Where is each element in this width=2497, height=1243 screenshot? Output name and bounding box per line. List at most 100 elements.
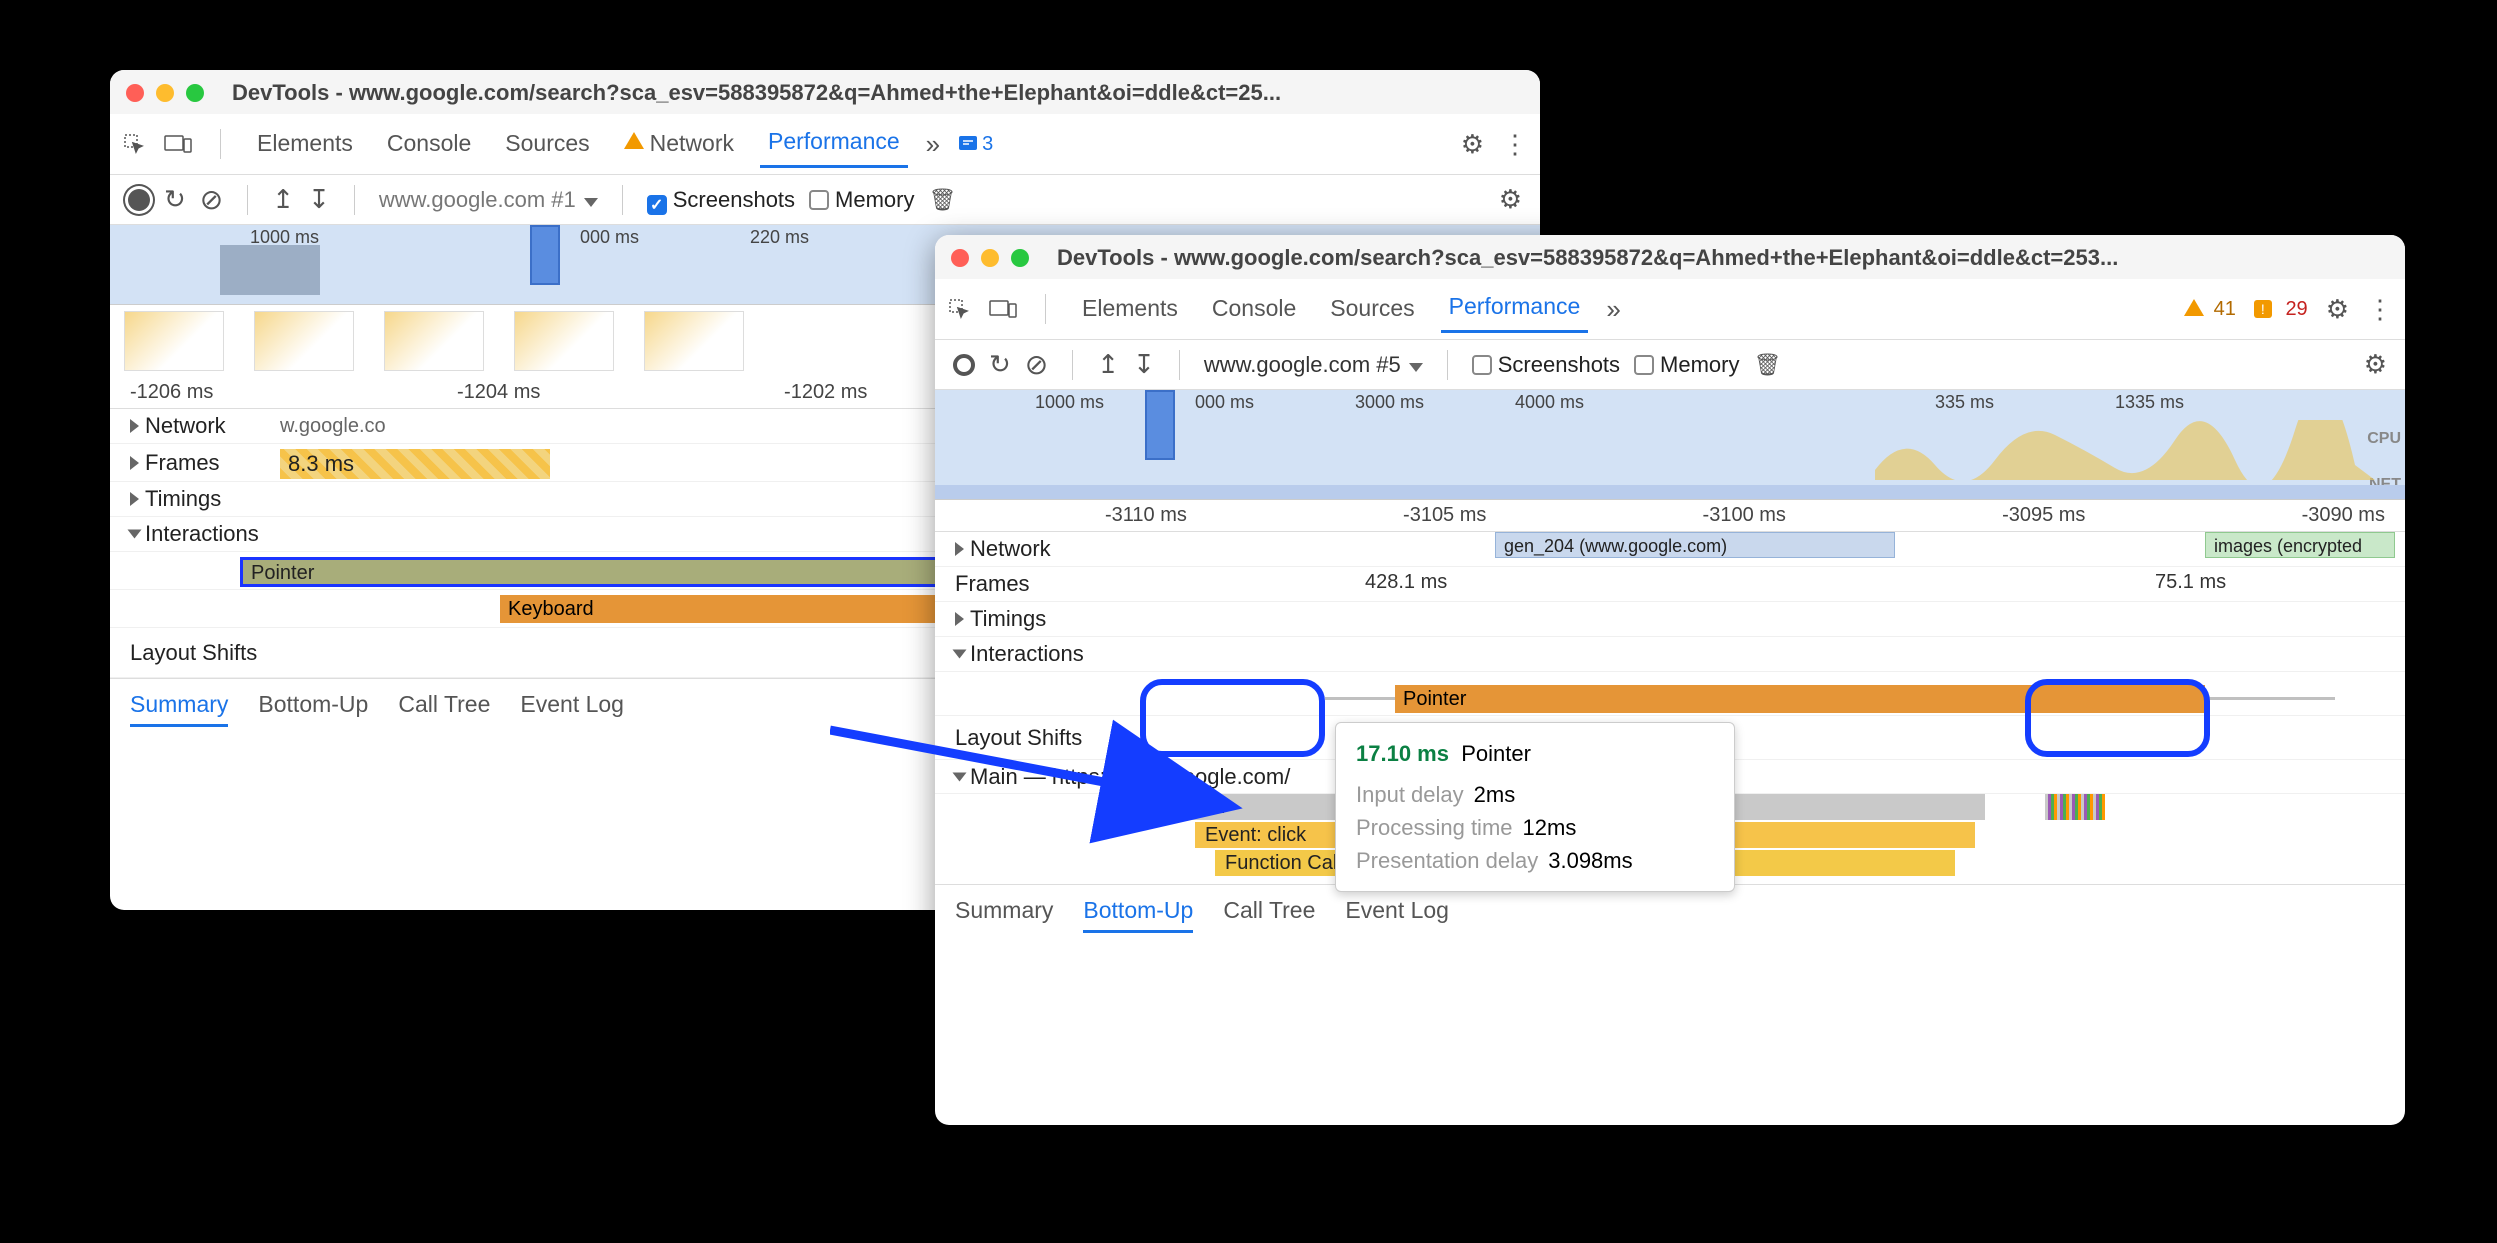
track-label: Network bbox=[145, 413, 226, 439]
overview-activity-block bbox=[220, 245, 320, 295]
overview-tick: 4000 ms bbox=[1515, 392, 1584, 413]
zoom-window-button[interactable] bbox=[1011, 249, 1029, 267]
flame-bar-misc[interactable] bbox=[2045, 794, 2105, 820]
inspect-icon[interactable] bbox=[947, 297, 971, 321]
memory-toggle[interactable]: Memory bbox=[809, 187, 914, 213]
warning-triangle-icon bbox=[624, 132, 644, 149]
close-window-button[interactable] bbox=[126, 84, 144, 102]
track-timings[interactable]: Timings bbox=[935, 602, 2405, 637]
error-square-icon: ! bbox=[2254, 300, 2272, 318]
warnings-badge[interactable]: 41 bbox=[2184, 298, 2236, 321]
tab-summary[interactable]: Summary bbox=[955, 897, 1053, 933]
tab-event-log[interactable]: Event Log bbox=[520, 691, 624, 727]
disclosure-icon[interactable] bbox=[953, 772, 967, 781]
disclosure-icon[interactable] bbox=[955, 542, 964, 556]
gc-button[interactable] bbox=[929, 187, 957, 213]
flame-chart-area[interactable]: Network gen_204 (www.google.com) images … bbox=[935, 532, 2405, 884]
interaction-bar-keyboard[interactable]: Keyboard bbox=[500, 595, 980, 623]
load-profile-button[interactable] bbox=[1133, 349, 1155, 380]
filmstrip-frame[interactable] bbox=[514, 311, 614, 371]
tab-console[interactable]: Console bbox=[1204, 287, 1304, 332]
track-label: Layout Shifts bbox=[955, 725, 1082, 751]
settings-icon[interactable] bbox=[2326, 294, 2349, 325]
tab-elements[interactable]: Elements bbox=[1074, 287, 1186, 332]
track-label: Timings bbox=[145, 486, 221, 512]
device-toggle-icon[interactable] bbox=[164, 133, 192, 155]
network-request-bar[interactable]: w.google.co bbox=[280, 415, 386, 438]
tab-call-tree[interactable]: Call Tree bbox=[398, 691, 490, 727]
more-options-icon[interactable] bbox=[2367, 294, 2393, 325]
record-button[interactable] bbox=[953, 354, 975, 376]
inspect-icon[interactable] bbox=[122, 132, 146, 156]
network-request-bar[interactable]: images (encrypted bbox=[2205, 532, 2395, 558]
messages-badge[interactable]: 3 bbox=[958, 133, 993, 156]
overview-selection-handle[interactable] bbox=[1145, 390, 1175, 460]
more-tabs-icon[interactable] bbox=[926, 129, 940, 160]
filmstrip-frame[interactable] bbox=[384, 311, 484, 371]
titlebar-1: DevTools - www.google.com/search?sca_esv… bbox=[110, 70, 1540, 114]
settings-icon[interactable] bbox=[1461, 129, 1484, 160]
tab-performance[interactable]: Performance bbox=[1441, 285, 1589, 333]
disclosure-icon[interactable] bbox=[130, 419, 139, 433]
save-profile-button[interactable] bbox=[1097, 349, 1119, 380]
interaction-bar-pointer-selected[interactable]: Pointer bbox=[240, 557, 980, 587]
clear-button[interactable] bbox=[1025, 348, 1048, 381]
capture-settings-icon[interactable] bbox=[2364, 349, 2387, 380]
tab-sources[interactable]: Sources bbox=[497, 122, 597, 167]
overview-selection-handle[interactable] bbox=[530, 225, 560, 285]
minimize-window-button[interactable] bbox=[981, 249, 999, 267]
overview-pane[interactable]: 1000 ms 000 ms 3000 ms 4000 ms 335 ms 13… bbox=[935, 390, 2405, 500]
filmstrip-frame[interactable] bbox=[124, 311, 224, 371]
track-label: Frames bbox=[955, 571, 1030, 597]
overview-tick: 1000 ms bbox=[1035, 392, 1104, 413]
disclosure-icon[interactable] bbox=[130, 492, 139, 506]
profile-selector[interactable]: www.google.com #1 bbox=[379, 187, 598, 213]
clear-button[interactable] bbox=[200, 183, 223, 216]
device-toggle-icon[interactable] bbox=[989, 298, 1017, 320]
screenshots-toggle[interactable]: Screenshots bbox=[647, 187, 795, 213]
tab-console[interactable]: Console bbox=[379, 122, 479, 167]
time-ruler[interactable]: -3110 ms -3105 ms -3100 ms -3095 ms -309… bbox=[935, 500, 2405, 532]
tab-sources[interactable]: Sources bbox=[1322, 287, 1422, 332]
tab-network[interactable]: Network bbox=[616, 122, 742, 167]
chevron-down-icon bbox=[1409, 363, 1423, 372]
load-profile-button[interactable] bbox=[308, 184, 330, 215]
memory-toggle[interactable]: Memory bbox=[1634, 352, 1739, 378]
tab-call-tree[interactable]: Call Tree bbox=[1223, 897, 1315, 933]
disclosure-icon[interactable] bbox=[953, 650, 967, 659]
profile-selector[interactable]: www.google.com #5 bbox=[1204, 352, 1423, 378]
save-profile-button[interactable] bbox=[272, 184, 294, 215]
disclosure-icon[interactable] bbox=[130, 456, 139, 470]
screenshots-toggle[interactable]: Screenshots bbox=[1472, 352, 1620, 378]
disclosure-icon[interactable] bbox=[955, 612, 964, 626]
tab-bottom-up[interactable]: Bottom-Up bbox=[258, 691, 368, 727]
track-interactions[interactable]: Interactions bbox=[935, 637, 2405, 672]
devtools-window-2: DevTools - www.google.com/search?sca_esv… bbox=[935, 235, 2405, 1125]
tab-summary[interactable]: Summary bbox=[130, 691, 228, 727]
capture-settings-icon[interactable] bbox=[1499, 184, 1522, 215]
more-tabs-icon[interactable] bbox=[1606, 294, 1620, 325]
tab-elements[interactable]: Elements bbox=[249, 122, 361, 167]
gc-button[interactable] bbox=[1754, 352, 1782, 378]
filmstrip-frame[interactable] bbox=[254, 311, 354, 371]
track-network[interactable]: Network gen_204 (www.google.com) images … bbox=[935, 532, 2405, 567]
tab-performance[interactable]: Performance bbox=[760, 120, 908, 168]
filmstrip-frame[interactable] bbox=[644, 311, 744, 371]
minimize-window-button[interactable] bbox=[156, 84, 174, 102]
perf-toolbar: www.google.com #1 Screenshots Memory bbox=[110, 175, 1540, 225]
disclosure-icon[interactable] bbox=[128, 530, 142, 539]
zoom-window-button[interactable] bbox=[186, 84, 204, 102]
track-frames[interactable]: Frames 428.1 ms 75.1 ms bbox=[935, 567, 2405, 602]
reload-record-button[interactable] bbox=[989, 349, 1011, 380]
close-window-button[interactable] bbox=[951, 249, 969, 267]
ruler-tick: -1204 ms bbox=[457, 381, 540, 404]
errors-badge[interactable]: ! 29 bbox=[2254, 298, 2308, 321]
more-options-icon[interactable] bbox=[1502, 129, 1528, 160]
tab-event-log[interactable]: Event Log bbox=[1345, 897, 1449, 933]
frame-bar[interactable]: 8.3 ms bbox=[280, 449, 550, 479]
network-request-bar[interactable]: gen_204 (www.google.com) bbox=[1495, 532, 1895, 558]
tab-bottom-up[interactable]: Bottom-Up bbox=[1083, 897, 1193, 933]
reload-record-button[interactable] bbox=[164, 184, 186, 215]
chevron-down-icon bbox=[584, 198, 598, 207]
record-button[interactable] bbox=[128, 189, 150, 211]
